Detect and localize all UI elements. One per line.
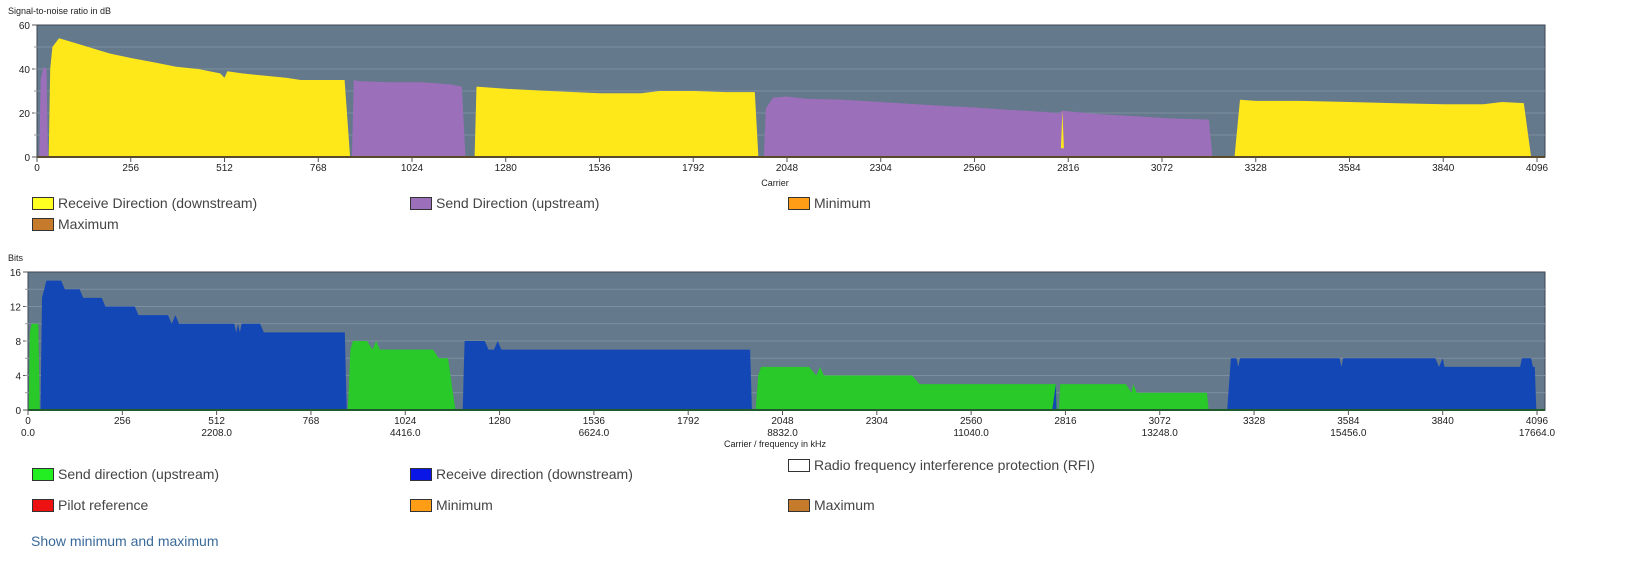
x-tick-label: 4096 bbox=[1526, 416, 1549, 427]
y-tick-label: 0 bbox=[15, 406, 21, 417]
legend-item-send-upstream[interactable]: Send direction (upstream) bbox=[32, 465, 219, 483]
rfi-swatch bbox=[788, 459, 810, 472]
x-tick-label: 1792 bbox=[677, 416, 700, 427]
receive-swatch bbox=[32, 197, 54, 210]
x-tick-label: 2560 bbox=[960, 416, 983, 427]
x-tick-label: 3840 bbox=[1432, 416, 1455, 427]
x-tick-label: 1024 bbox=[394, 416, 417, 427]
x-tick-label: 3584 bbox=[1337, 416, 1360, 427]
series-area-send-direction-upstream- bbox=[28, 323, 40, 410]
legend-label: Maximum bbox=[58, 216, 119, 232]
x-tick-label: 2048 bbox=[771, 416, 794, 427]
x-tick-label-khz: 17664.0 bbox=[1519, 428, 1556, 439]
legend-label: Receive Direction (downstream) bbox=[58, 195, 258, 211]
legend-label: Send direction (upstream) bbox=[58, 466, 220, 482]
legend-item-receive-downstream[interactable]: Receive direction (downstream) bbox=[410, 465, 633, 483]
legend-label: Pilot reference bbox=[58, 497, 149, 513]
x-tick-label-khz: 4416.0 bbox=[390, 428, 421, 439]
x-tick-label: 1536 bbox=[583, 416, 606, 427]
y-tick-label: 8 bbox=[15, 337, 21, 348]
x-tick-label-khz: 2208.0 bbox=[201, 428, 232, 439]
send-swatch bbox=[32, 468, 54, 481]
legend-label: Radio frequency interference protection … bbox=[814, 457, 1095, 473]
x-tick-label-khz: 11040.0 bbox=[953, 428, 989, 439]
legend-item-rfi[interactable]: Radio frequency interference protection … bbox=[788, 456, 1114, 475]
legend-item-send-upstream[interactable]: Send Direction (upstream) bbox=[410, 194, 599, 212]
y-tick-label: 4 bbox=[15, 372, 21, 383]
x-tick-label: 256 bbox=[114, 416, 131, 427]
minimum-swatch bbox=[788, 197, 810, 210]
maximum-swatch bbox=[788, 499, 810, 512]
legend-label: Send Direction (upstream) bbox=[436, 195, 600, 211]
legend-item-pilot-reference[interactable]: Pilot reference bbox=[32, 496, 148, 514]
x-tick-label-khz: 6624.0 bbox=[579, 428, 610, 439]
x-tick-label: 0 bbox=[25, 416, 31, 427]
legend-item-minimum[interactable]: Minimum bbox=[410, 496, 493, 514]
x-tick-label: 2816 bbox=[1054, 416, 1077, 427]
x-tick-label-khz: 15456.0 bbox=[1330, 428, 1367, 439]
legend-label: Receive direction (downstream) bbox=[436, 466, 633, 482]
x-tick-label: 2304 bbox=[866, 416, 889, 427]
legend-item-receive-downstream[interactable]: Receive Direction (downstream) bbox=[32, 194, 257, 212]
bits-chart: Bits 0 4 8 12 16 00.0 256 5122208.0 768 10244416.0… bbox=[8, 253, 1556, 449]
legend-item-maximum[interactable]: Maximum bbox=[788, 496, 875, 514]
series-area-receive-direction-downstream- bbox=[462, 341, 752, 410]
x-tick-label-khz: 8832.0 bbox=[767, 428, 798, 439]
x-tick-label: 768 bbox=[303, 416, 320, 427]
legend-label: Maximum bbox=[814, 497, 875, 513]
pilot-swatch bbox=[32, 499, 54, 512]
legend-item-minimum[interactable]: Minimum bbox=[788, 194, 871, 212]
x-tick-label: 1280 bbox=[488, 416, 511, 427]
y-tick-label: 12 bbox=[10, 303, 22, 314]
x-tick-label: 3328 bbox=[1243, 416, 1266, 427]
y-tick-label: 16 bbox=[10, 268, 22, 279]
legend-label: Minimum bbox=[436, 497, 493, 513]
y-axis-title: Bits bbox=[8, 253, 24, 263]
send-swatch bbox=[410, 197, 432, 210]
maximum-swatch bbox=[32, 218, 54, 231]
x-tick-label-khz: 0.0 bbox=[21, 428, 35, 439]
receive-swatch bbox=[410, 468, 432, 481]
x-tick-label: 512 bbox=[208, 416, 225, 427]
x-tick-label: 3072 bbox=[1149, 416, 1172, 427]
show-min-max-link[interactable]: Show minimum and maximum bbox=[31, 533, 219, 549]
x-axis-title: Carrier / frequency in kHz bbox=[724, 439, 827, 449]
legend-item-maximum[interactable]: Maximum bbox=[32, 215, 119, 233]
legend-label: Minimum bbox=[814, 195, 871, 211]
x-tick-label-khz: 13248.0 bbox=[1142, 428, 1179, 439]
minimum-swatch bbox=[410, 499, 432, 512]
